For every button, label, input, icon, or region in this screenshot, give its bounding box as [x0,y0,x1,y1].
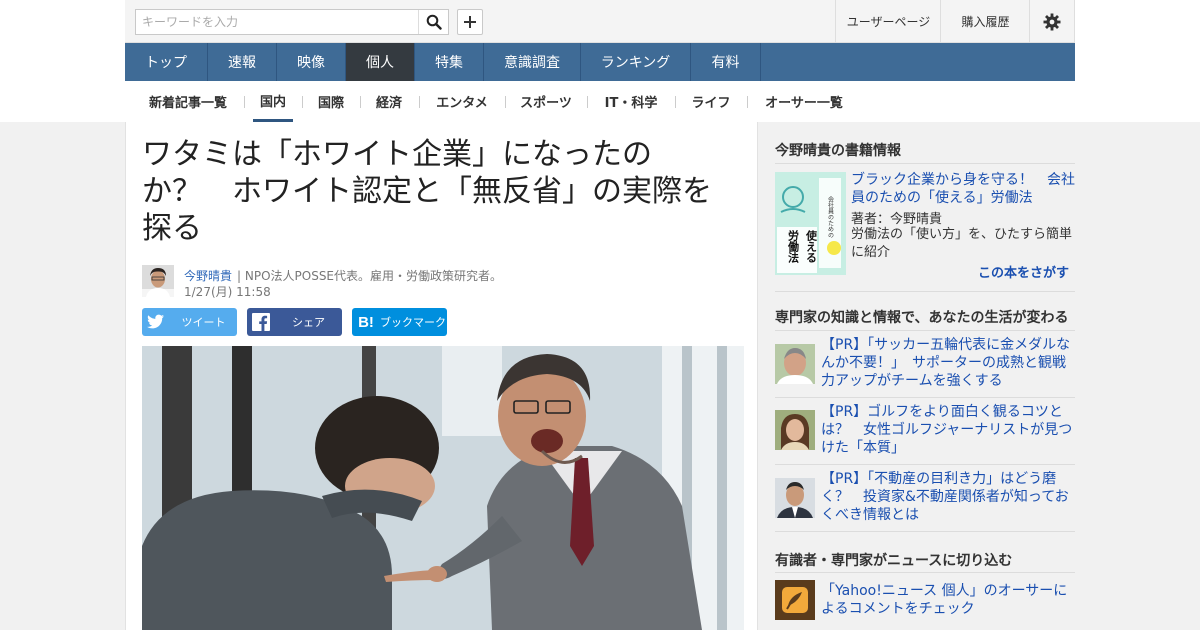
search-icon [426,14,442,30]
pr-thumbnail[interactable] [775,410,815,450]
article-title: ワタミは「ホワイト企業」になったの か？ ホワイト認定と「無反省」の実際を 探る [142,136,742,247]
book-author: 著者：今野晴貴 [851,212,943,227]
article-title-line: か？ ホワイト認定と「無反省」の実際を [142,174,712,209]
pr-article-link[interactable]: 【PR】「不動産の目利き力」はどう磨く？ 投資家&不動産関係者が知っておくべき情… [821,470,1075,524]
nav-tab-survey[interactable]: 意識調査 [484,43,581,81]
hatena-bookmark-button[interactable]: B! ブックマーク [352,308,447,336]
divider [675,96,676,108]
nav-tab-top[interactable]: トップ [125,43,208,81]
category-nav: 新着記事一覧 国内 国際 経済 エンタメ スポーツ IT・科学 ライフ オーサー… [125,81,1075,122]
search-button[interactable] [418,10,448,34]
divider [747,96,748,108]
divider [775,572,1075,573]
divider [775,163,1075,164]
user-page-link[interactable]: ユーザーページ [835,0,941,43]
settings-button[interactable] [1029,0,1075,43]
divider [505,96,506,108]
hatena-bookmark-label: ブックマーク [380,316,446,329]
divider [775,464,1075,465]
comment-feature-icon[interactable] [775,580,815,620]
search-box [135,9,449,35]
divider [775,531,1075,532]
divider [775,291,1075,292]
author-avatar[interactable] [142,265,174,297]
plus-icon [464,16,476,28]
book-title-link[interactable]: ブラック企業から身を守る！ 会社員のための「使える」労働法 [851,171,1075,207]
article-card: ワタミは「ホワイト企業」になったの か？ ホワイト認定と「無反省」の実際を 探る… [125,122,758,630]
article-photo [142,346,744,630]
comment-feature-link[interactable]: 「Yahoo!ニュース 個人」のオーサーによるコメントをチェック [821,582,1075,618]
divider [360,96,361,108]
utility-bar: ユーザーページ 購入履歴 [125,0,1075,43]
facebook-share-button[interactable]: シェア [247,308,342,336]
category-tab-life[interactable]: ライフ [684,81,738,122]
pr-section-heading: 専門家の知識と情報で、あなたの生活が変わる [775,310,1069,326]
book-cover-small-text: 会社員のための [827,195,834,238]
divider [775,397,1075,398]
tweet-label: ツイート [181,316,226,329]
book-section-heading: 今野晴貴の書籍情報 [775,143,901,159]
tweet-button[interactable]: ツイート [142,308,237,336]
main-nav: トップ 速報 映像 個人 特集 意識調査 ランキング 有料 [125,43,1075,81]
pr-thumbnail[interactable] [775,478,815,518]
category-tab-world[interactable]: 国際 [311,81,351,122]
book-cover-image[interactable]: 会社員のための 使える 労働法 [775,172,846,275]
twitter-icon [142,308,170,336]
pr-article-link[interactable]: 【PR】「サッカー五輪代表に金メダルなんか不要！」 サポーターの成熟と観戦力アッ… [821,336,1075,390]
find-book-link[interactable]: この本をさがす [978,262,1069,281]
facebook-icon [247,308,275,336]
nav-tab-individual[interactable]: 個人 [346,43,415,81]
divider [587,96,588,108]
author-description: | NPO法人POSSE代表。雇用・労働政策研究者。 [237,269,503,283]
divider [775,330,1075,331]
book-cover-title-2: 労働法 [787,229,801,264]
divider [244,96,245,108]
nav-tab-ranking[interactable]: ランキング [581,43,691,81]
pr-thumbnail[interactable] [775,344,815,384]
divider [419,96,420,108]
hatena-bookmark-icon: B! [358,313,374,331]
publish-date: 1/27(月) 11:58 [184,285,271,299]
category-tab-authors[interactable]: オーサー一覧 [756,81,852,122]
article-title-line: ワタミは「ホワイト企業」になったの [142,137,652,172]
category-tab-latest[interactable]: 新着記事一覧 [139,81,237,122]
article-title-line: 探る [142,211,202,246]
category-tab-economy[interactable]: 経済 [369,81,409,122]
nav-tab-feature[interactable]: 特集 [415,43,484,81]
comment-section-heading: 有識者・専門家がニュースに切り込む [775,553,1013,569]
purchase-history-link[interactable]: 購入履歴 [940,0,1030,43]
category-tab-domestic[interactable]: 国内 [253,81,293,122]
pr-article-link[interactable]: 【PR】ゴルフをより面白く観るコツとは？ 女性ゴルフジャーナリストが見つけた「本… [821,403,1075,457]
add-button[interactable] [457,9,483,35]
divider [302,96,303,108]
book-cover-title-1: 使える [805,229,819,264]
book-description: 労働法の「使い方」を、ひたすら簡単に紹介 [851,227,1073,260]
nav-tab-video[interactable]: 映像 [277,43,346,81]
category-tab-it-science[interactable]: IT・科学 [596,81,666,122]
facebook-share-label: シェア [292,316,325,329]
nav-tab-paid[interactable]: 有料 [691,43,761,81]
category-tab-entertainment[interactable]: エンタメ [428,81,496,122]
search-input[interactable] [136,10,418,34]
category-tab-sports[interactable]: スポーツ [514,81,578,122]
gear-icon [1043,13,1061,30]
nav-tab-breaking[interactable]: 速報 [208,43,277,81]
author-name-link[interactable]: 今野晴貴 [184,267,232,284]
